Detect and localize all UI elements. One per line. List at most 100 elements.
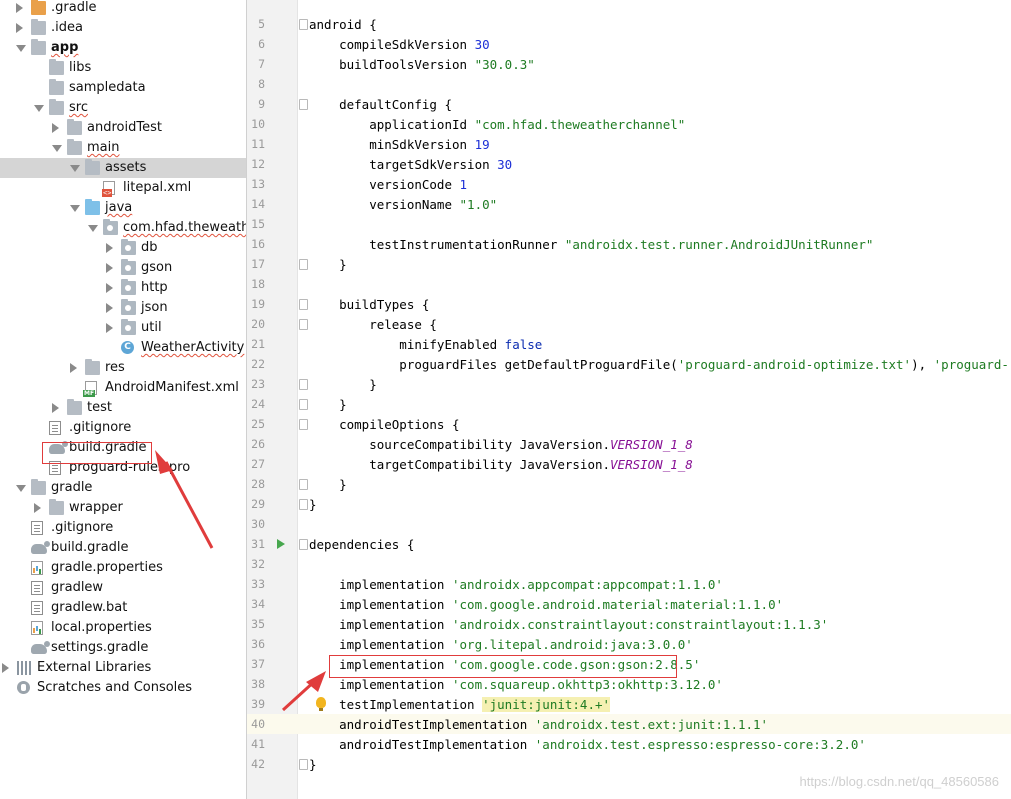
collapse-arrow-icon[interactable] [106,243,113,253]
code-line[interactable]: 41 androidTestImplementation 'androidx.t… [247,734,1011,754]
code-line[interactable]: 35 implementation 'androidx.constraintla… [247,614,1011,634]
fold-marker-icon[interactable] [299,379,308,390]
tree-item[interactable]: java [0,198,246,218]
tree-item[interactable]: assets [0,158,246,178]
code-line[interactable]: 10 applicationId "com.hfad.theweathercha… [247,114,1011,134]
code-line[interactable]: 23 } [247,374,1011,394]
code-line[interactable]: 6 compileSdkVersion 30 [247,34,1011,54]
fold-marker-icon[interactable] [299,99,308,110]
code-line[interactable]: 30 [247,514,1011,534]
tree-item[interactable]: gradle.properties [0,558,246,578]
code-line[interactable]: 8 [247,74,1011,94]
code-line[interactable]: 39 testImplementation 'junit:junit:4.+' [247,694,1011,714]
code-line[interactable]: 24 } [247,394,1011,414]
collapse-arrow-icon[interactable] [2,663,9,673]
expand-arrow-icon[interactable] [34,105,44,112]
code-line[interactable]: 19 buildTypes { [247,294,1011,314]
collapse-arrow-icon[interactable] [16,23,23,33]
tree-item[interactable]: gradlew [0,578,246,598]
tree-item[interactable]: sampledata [0,78,246,98]
code-line[interactable]: 25 compileOptions { [247,414,1011,434]
expand-arrow-icon[interactable] [52,145,62,152]
code-line[interactable]: 5 android { [247,14,1011,34]
tree-item[interactable]: gson [0,258,246,278]
tree-item[interactable]: External Libraries [0,658,246,678]
code-line[interactable]: 9 defaultConfig { [247,94,1011,114]
tree-item[interactable]: settings.gradle [0,638,246,658]
tree-item[interactable]: wrapper [0,498,246,518]
fold-marker-icon[interactable] [299,299,308,310]
code-line[interactable]: 20 release { [247,314,1011,334]
code-line[interactable]: 16 testInstrumentationRunner "androidx.t… [247,234,1011,254]
code-line[interactable]: 26 sourceCompatibility JavaVersion.VERSI… [247,434,1011,454]
fold-marker-icon[interactable] [299,319,308,330]
code-line[interactable]: 28 } [247,474,1011,494]
expand-arrow-icon[interactable] [16,45,26,52]
fold-marker-icon[interactable] [299,499,308,510]
code-line[interactable]: 21 minifyEnabled false [247,334,1011,354]
tree-item[interactable]: local.properties [0,618,246,638]
run-gutter-icon[interactable] [277,539,285,549]
fold-marker-icon[interactable] [299,479,308,490]
code-line[interactable]: 27 targetCompatibility JavaVersion.VERSI… [247,454,1011,474]
code-line[interactable]: 13 versionCode 1 [247,174,1011,194]
code-line[interactable]: 31 dependencies { [247,534,1011,554]
tree-item[interactable]: test [0,398,246,418]
code-line[interactable]: 12 targetSdkVersion 30 [247,154,1011,174]
fold-marker-icon[interactable] [299,419,308,430]
collapse-arrow-icon[interactable] [70,363,77,373]
tree-item[interactable]: C WeatherActivity [0,338,246,358]
code-line[interactable]: 14 versionName "1.0" [247,194,1011,214]
code-line[interactable]: 15 [247,214,1011,234]
tree-item[interactable]: com.hfad.theweather [0,218,246,238]
collapse-arrow-icon[interactable] [16,3,23,13]
code-line[interactable]: 17 } [247,254,1011,274]
tree-item[interactable]: gradlew.bat [0,598,246,618]
collapse-arrow-icon[interactable] [106,303,113,313]
tree-item[interactable]: .gradle [0,0,246,18]
code-line[interactable]: 36 implementation 'org.litepal.android:j… [247,634,1011,654]
tree-item[interactable]: AndroidManifest.xml [0,378,246,398]
code-line[interactable]: 11 minSdkVersion 19 [247,134,1011,154]
tree-item[interactable]: build.gradle [0,538,246,558]
tree-item[interactable]: gradle [0,478,246,498]
fold-marker-icon[interactable] [299,19,308,30]
tree-item[interactable]: http [0,278,246,298]
code-line[interactable]: 42} [247,754,1011,774]
tree-item[interactable]: litepal.xml [0,178,246,198]
expand-arrow-icon[interactable] [16,485,26,492]
code-line[interactable]: 22 proguardFiles getDefaultProguardFile(… [247,354,1011,374]
tree-item[interactable]: util [0,318,246,338]
tree-item[interactable]: res [0,358,246,378]
fold-marker-icon[interactable] [299,759,308,770]
code-line[interactable]: 34 implementation 'com.google.android.ma… [247,594,1011,614]
tree-item[interactable]: Scratches and Consoles [0,678,246,698]
tree-item[interactable]: .idea [0,18,246,38]
code-line[interactable]: 40 androidTestImplementation 'androidx.t… [247,714,1011,734]
tree-item[interactable]: main [0,138,246,158]
collapse-arrow-icon[interactable] [52,403,59,413]
tree-item[interactable]: db [0,238,246,258]
collapse-arrow-icon[interactable] [106,283,113,293]
collapse-arrow-icon[interactable] [106,323,113,333]
code-line[interactable]: 7 buildToolsVersion "30.0.3" [247,54,1011,74]
tree-item[interactable]: .gitignore [0,518,246,538]
code-line[interactable]: 33 implementation 'androidx.appcompat:ap… [247,574,1011,594]
code-line[interactable]: 29} [247,494,1011,514]
fold-marker-icon[interactable] [299,259,308,270]
collapse-arrow-icon[interactable] [34,503,41,513]
collapse-arrow-icon[interactable] [106,263,113,273]
fold-marker-icon[interactable] [299,399,308,410]
tree-item[interactable]: androidTest [0,118,246,138]
tree-item[interactable]: libs [0,58,246,78]
tree-item[interactable]: .gitignore [0,418,246,438]
expand-arrow-icon[interactable] [70,165,80,172]
code-line[interactable]: 32 [247,554,1011,574]
fold-marker-icon[interactable] [299,539,308,550]
expand-arrow-icon[interactable] [70,205,80,212]
collapse-arrow-icon[interactable] [52,123,59,133]
tree-item[interactable]: json [0,298,246,318]
expand-arrow-icon[interactable] [88,225,98,232]
tree-item[interactable]: app [0,38,246,58]
code-line[interactable]: 18 [247,274,1011,294]
